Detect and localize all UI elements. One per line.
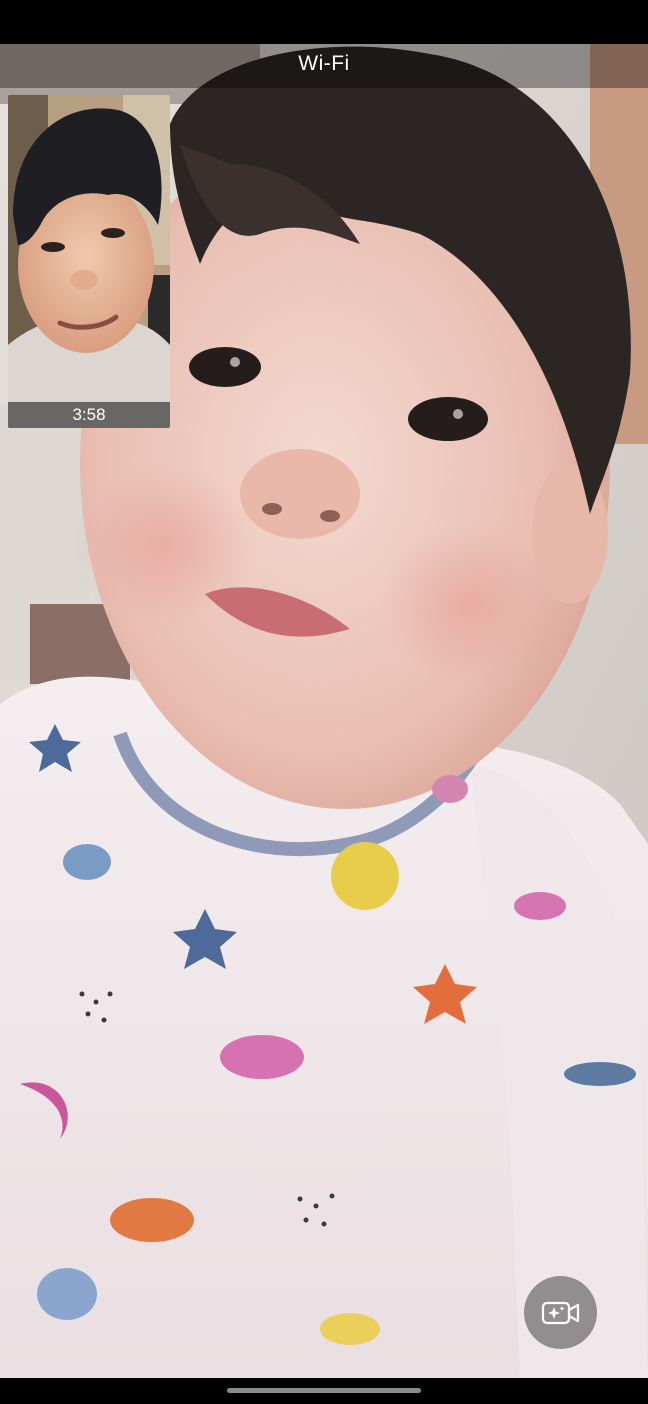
- video-effects-sparkle-icon: [541, 1301, 579, 1324]
- video-call-screen: Wi-Fi 3:58: [0, 0, 648, 1404]
- self-view-image: [8, 95, 170, 428]
- call-timer-strip: 3:58: [8, 402, 170, 428]
- call-timer: 3:58: [72, 405, 106, 424]
- self-view-preview[interactable]: 3:58: [8, 95, 170, 428]
- status-bar: [0, 0, 648, 44]
- network-indicator: Wi-Fi: [298, 52, 350, 75]
- navigation-bar: [0, 1378, 648, 1404]
- video-effects-button[interactable]: [524, 1276, 597, 1349]
- home-indicator[interactable]: [227, 1388, 421, 1393]
